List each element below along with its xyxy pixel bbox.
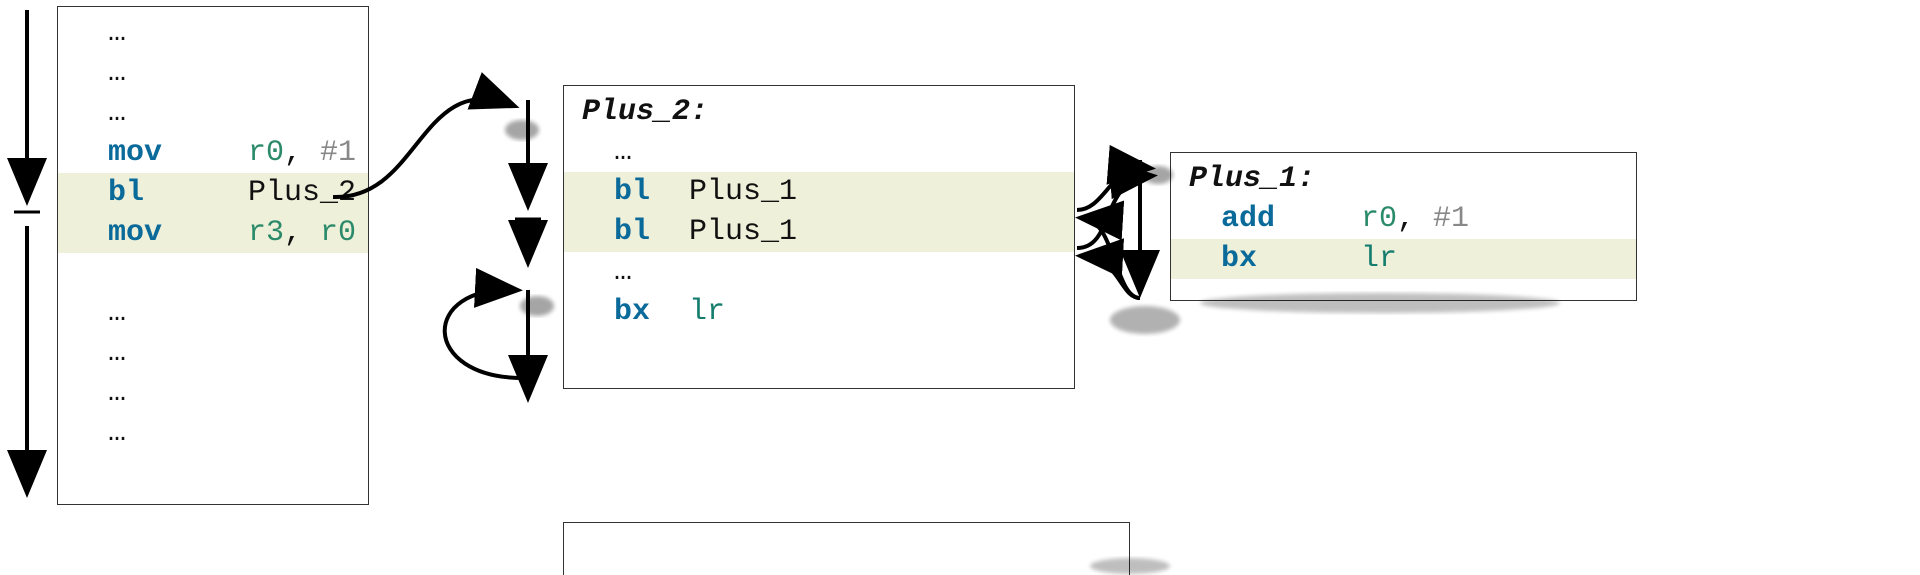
operand: r0 xyxy=(320,216,356,250)
code-line: … xyxy=(58,13,368,53)
operand: r3 xyxy=(248,216,284,250)
opcode: mov xyxy=(108,136,248,170)
code-line: addr0, #1 xyxy=(1171,199,1636,239)
opcode: mov xyxy=(108,216,248,250)
opcode: bx xyxy=(614,295,689,329)
operand: Plus_1 xyxy=(689,215,797,249)
operand: r0 xyxy=(248,136,284,170)
opcode: bl xyxy=(614,175,689,209)
code-line: … xyxy=(58,373,368,413)
code-line: blPlus_1 xyxy=(564,212,1074,252)
partial-box xyxy=(563,522,1130,575)
opcode: add xyxy=(1221,202,1361,236)
code-line: … xyxy=(564,132,1074,172)
opcode: bx xyxy=(1221,242,1361,276)
opcode: bl xyxy=(108,176,248,210)
code-line: blPlus_2 xyxy=(58,173,368,213)
operand: #1 xyxy=(1433,202,1469,236)
code-line: … xyxy=(564,252,1074,292)
operand: lr xyxy=(1361,242,1397,276)
main-code-box: ………movr0, #1blPlus_2movr3, r0………… xyxy=(57,6,369,505)
operand: #1 xyxy=(320,136,356,170)
code-line: movr0, #1 xyxy=(58,133,368,173)
code-line: … xyxy=(58,53,368,93)
code-line: … xyxy=(58,93,368,133)
operand: r0 xyxy=(1361,202,1397,236)
code-line: bxlr xyxy=(564,292,1074,332)
operand: lr xyxy=(689,295,725,329)
code-line: … xyxy=(58,333,368,373)
code-line: … xyxy=(58,413,368,453)
opcode: bl xyxy=(614,215,689,249)
code-line: bxlr xyxy=(1171,239,1636,279)
operand: Plus_1 xyxy=(689,175,797,209)
plus1-code-box: Plus_1:addr0, #1bxlr xyxy=(1170,152,1637,301)
plus1.label: Plus_1: xyxy=(1171,159,1636,199)
code-line xyxy=(58,253,368,293)
code-line: movr3, r0 xyxy=(58,213,368,253)
code-line: blPlus_1 xyxy=(564,172,1074,212)
plus2.label: Plus_2: xyxy=(564,92,1074,132)
code-line: … xyxy=(58,293,368,333)
plus2-code-box: Plus_2:…blPlus_1blPlus_1…bxlr xyxy=(563,85,1075,389)
operand: Plus_2 xyxy=(248,176,356,210)
